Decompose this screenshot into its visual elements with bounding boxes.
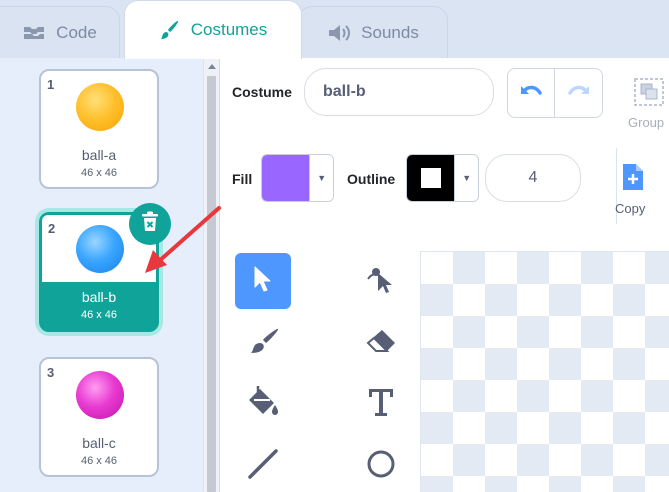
costume-size: 46 x 46 xyxy=(80,167,118,179)
costume-name-label: Costume xyxy=(232,84,292,100)
redo-icon xyxy=(567,83,590,104)
costume-number: 3 xyxy=(47,365,55,380)
tab-costumes-label: Costumes xyxy=(190,20,268,39)
costume-editor-window: Code Costumes Sounds 1 ball-a 46 x 46 2 … xyxy=(0,0,669,492)
cursor-arrow-icon xyxy=(251,265,275,298)
costume-list-scrollbar[interactable] xyxy=(203,58,219,492)
tab-sounds[interactable]: Sounds xyxy=(298,6,448,58)
costume-number: 1 xyxy=(47,77,55,92)
tab-code[interactable]: Code xyxy=(0,6,120,58)
delete-costume-button[interactable] xyxy=(129,203,171,245)
scroll-up-arrow-icon[interactable] xyxy=(208,64,216,69)
chevron-down-icon: ▼ xyxy=(309,155,333,201)
tab-costumes[interactable]: Costumes xyxy=(124,0,302,59)
tab-sounds-label: Sounds xyxy=(361,22,419,42)
costume-name-input[interactable]: ball-b xyxy=(304,68,494,116)
outline-label: Outline xyxy=(347,171,396,187)
fill-color-swatch xyxy=(262,155,310,201)
redo-button[interactable] xyxy=(555,69,602,117)
tab-bar: Code Costumes Sounds xyxy=(0,0,669,59)
code-blocks-icon xyxy=(22,24,46,42)
tab-code-label: Code xyxy=(56,22,97,42)
costume-thumbnail xyxy=(76,83,124,131)
brush-tool[interactable] xyxy=(235,316,291,372)
paintbrush-icon xyxy=(159,19,181,41)
text-tool[interactable] xyxy=(353,376,409,432)
line-tool[interactable] xyxy=(235,438,291,492)
costume-name: ball-b xyxy=(81,289,117,305)
circle-icon xyxy=(365,448,397,485)
paint-editor: Costume ball-b Group Fill ▼ Outline ▼ 4 … xyxy=(220,58,669,492)
reshape-tool[interactable] xyxy=(353,253,409,309)
copy-label: Copy xyxy=(615,201,646,216)
select-tool[interactable] xyxy=(235,253,291,309)
reshape-icon xyxy=(366,263,396,300)
paint-canvas[interactable] xyxy=(420,251,669,492)
costume-size: 46 x 46 xyxy=(80,455,118,467)
costume-name: ball-a xyxy=(81,147,117,163)
costume-item[interactable]: 1 ball-a 46 x 46 xyxy=(39,69,159,189)
eraser-icon xyxy=(364,327,398,362)
paint-bucket-icon xyxy=(246,385,280,424)
trash-icon xyxy=(140,211,160,238)
line-icon xyxy=(247,448,279,485)
scrollbar-thumb[interactable] xyxy=(207,76,216,492)
eraser-tool[interactable] xyxy=(353,316,409,372)
circle-tool[interactable] xyxy=(353,438,409,492)
group-label: Group xyxy=(628,115,665,130)
fill-color-picker[interactable]: ▼ xyxy=(261,154,334,202)
copy-button[interactable] xyxy=(620,162,646,197)
costume-size: 46 x 46 xyxy=(80,309,118,321)
chevron-down-icon: ▼ xyxy=(454,155,478,201)
costume-item[interactable]: 3 ball-c 46 x 46 xyxy=(39,357,159,477)
fill-tool[interactable] xyxy=(235,376,291,432)
undo-icon xyxy=(520,83,542,104)
outline-color-swatch xyxy=(407,155,455,201)
costume-number: 2 xyxy=(48,221,56,236)
copy-icon xyxy=(620,164,646,196)
undo-redo-group xyxy=(507,68,603,118)
costume-name: ball-c xyxy=(82,435,116,451)
costume-thumbnail xyxy=(76,225,124,273)
undo-button[interactable] xyxy=(508,69,556,117)
costume-thumbnail xyxy=(76,371,124,419)
outline-width-input[interactable]: 4 xyxy=(485,154,581,202)
brush-icon xyxy=(246,327,280,362)
speaker-icon xyxy=(327,23,351,43)
outline-color-picker[interactable]: ▼ xyxy=(406,154,479,202)
group-button[interactable] xyxy=(633,77,665,112)
group-icon xyxy=(633,78,665,111)
fill-label: Fill xyxy=(232,171,253,187)
text-t-icon xyxy=(366,386,396,423)
